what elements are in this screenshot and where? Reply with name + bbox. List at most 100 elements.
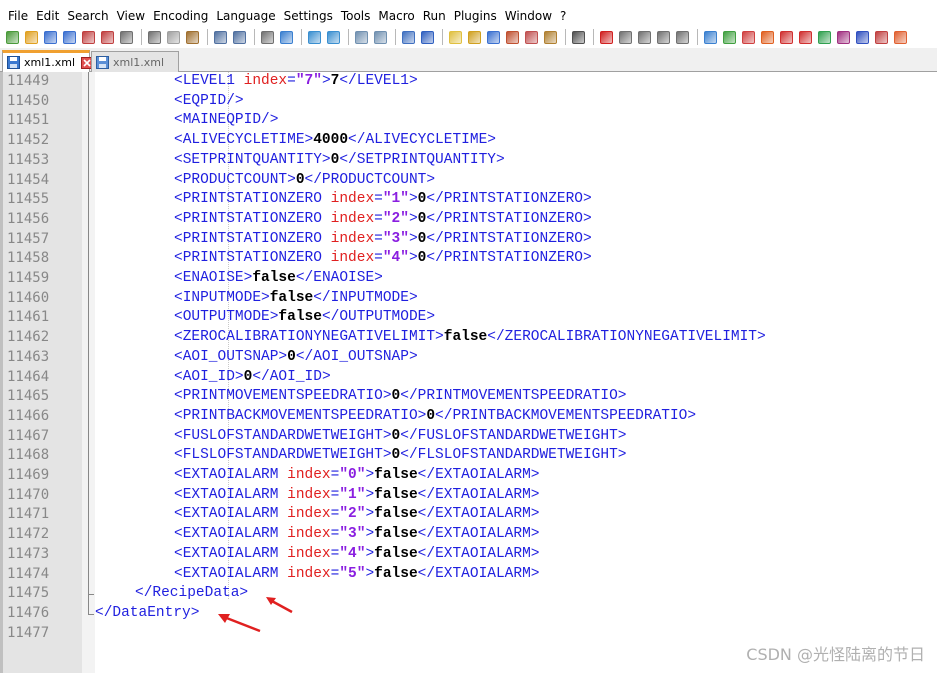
close-icon[interactable] — [80, 29, 97, 46]
tab-xml1-inactive[interactable]: xml1.xml — [91, 51, 179, 72]
xml-tag: > — [408, 191, 418, 208]
menu-window[interactable]: Window — [501, 7, 556, 25]
plugin-d-icon[interactable] — [759, 29, 776, 46]
save-all-icon[interactable] — [61, 29, 78, 46]
xml-text-value: false — [374, 506, 418, 523]
code-line[interactable]: 11471 <EXTAOIALARM index="2">false</EXTAO… — [0, 505, 937, 525]
folder-workspace-icon[interactable] — [504, 29, 521, 46]
code-line[interactable]: 11472 <EXTAOIALARM index="3">false</EXTAO… — [0, 525, 937, 545]
replace-icon[interactable] — [278, 29, 295, 46]
plugin-i-icon[interactable] — [854, 29, 871, 46]
code-line[interactable]: 11459 <ENAOISE>false</ENAOISE> — [0, 269, 937, 289]
code-line[interactable]: 11467 <FUSLOFSTANDARDWETWEIGHT>0</FUSLOFS… — [0, 427, 937, 447]
code-line[interactable]: 11451 <MAINEQPID/> — [0, 111, 937, 131]
toolbar-separator — [348, 29, 349, 45]
plugin-e-icon[interactable] — [778, 29, 795, 46]
sync-horizontal-icon[interactable] — [372, 29, 389, 46]
code-text: <ENAOISE>false</ENAOISE> — [174, 269, 383, 289]
doc-map-icon[interactable] — [466, 29, 483, 46]
plugin-a-icon[interactable] — [702, 29, 719, 46]
plugin-f-icon[interactable] — [797, 29, 814, 46]
code-line[interactable]: 11466 <PRINTBACKMOVEMENTSPEEDRATIO>0</PRI… — [0, 407, 937, 427]
new-file-icon[interactable] — [4, 29, 21, 46]
code-line[interactable]: 11462 <ZEROCALIBRATIONYNEGATIVELIMIT>fals… — [0, 328, 937, 348]
code-line[interactable]: 11449 <LEVEL1 index="7">7</LEVEL1> — [0, 72, 937, 92]
run-macro-multiple-icon[interactable] — [655, 29, 672, 46]
code-line[interactable]: 11454 <PRODUCTCOUNT>0</PRODUCTCOUNT> — [0, 171, 937, 191]
zoom-out-icon[interactable] — [325, 29, 342, 46]
menu-edit[interactable]: Edit — [32, 7, 63, 25]
xml-attribute-value: "1" — [382, 191, 409, 208]
code-line[interactable]: 11455 <PRINTSTATIONZERO index="1">0</PRIN… — [0, 190, 937, 210]
plugin-b-icon[interactable] — [721, 29, 738, 46]
code-line[interactable]: 11469 <EXTAOIALARM index="0">false</EXTAO… — [0, 466, 937, 486]
editor-area[interactable]: 11449 <LEVEL1 index="7">7</LEVEL1> 11450 <E… — [0, 72, 937, 673]
menu-encoding[interactable]: Encoding — [149, 7, 212, 25]
menu-file[interactable]: File — [4, 7, 32, 25]
preview-icon[interactable] — [570, 29, 587, 46]
xml-attribute-value: "2" — [339, 506, 366, 523]
code-line[interactable]: 11463 <AOI_OUTSNAP>0</AOI_OUTSNAP> — [0, 348, 937, 368]
close-all-icon[interactable] — [99, 29, 116, 46]
word-wrap-icon[interactable] — [400, 29, 417, 46]
menu-settings[interactable]: Settings — [280, 7, 337, 25]
save-macro-icon[interactable] — [674, 29, 691, 46]
sync-vertical-icon[interactable] — [353, 29, 370, 46]
find-icon[interactable] — [259, 29, 276, 46]
play-macro-icon[interactable] — [636, 29, 653, 46]
line-number: 11458 — [7, 250, 50, 267]
code-line[interactable]: 11470 <EXTAOIALARM index="1">false</EXTAO… — [0, 486, 937, 506]
line-number: 11472 — [7, 526, 50, 543]
code-line[interactable]: 11450 <EQPID/> — [0, 92, 937, 112]
plugin-g-icon[interactable] — [816, 29, 833, 46]
code-line[interactable]: 11457 <PRINTSTATIONZERO index="3">0</PRIN… — [0, 230, 937, 250]
tab-xml1-active[interactable]: xml1.xml — [2, 50, 94, 72]
zoom-in-icon[interactable] — [306, 29, 323, 46]
copy-icon[interactable] — [165, 29, 182, 46]
code-line[interactable]: 11453 <SETPRINTQUANTITY>0</SETPRINTQUANTI… — [0, 151, 937, 171]
code-line[interactable]: 11464 <AOI_ID>0</AOI_ID> — [0, 368, 937, 388]
toolbar-separator — [442, 29, 443, 45]
code-line[interactable]: 11474 <EXTAOIALARM index="5">false</EXTAO… — [0, 565, 937, 585]
code-line[interactable]: 11465 <PRINTMOVEMENTSPEEDRATIO>0</PRINTMO… — [0, 387, 937, 407]
line-number: 11460 — [7, 289, 50, 306]
paste-icon[interactable] — [184, 29, 201, 46]
indent-guide-icon[interactable] — [447, 29, 464, 46]
code-line[interactable]: 11473 <EXTAOIALARM index="4">false</EXTAO… — [0, 545, 937, 565]
open-file-icon[interactable] — [23, 29, 40, 46]
code-line[interactable]: 11475 </RecipeData> — [0, 584, 937, 604]
undo-icon[interactable] — [212, 29, 229, 46]
plugin-c-icon[interactable] — [740, 29, 757, 46]
plugin-h-icon[interactable] — [835, 29, 852, 46]
code-line[interactable]: 11476 </DataEntry> — [0, 604, 937, 624]
redo-icon[interactable] — [231, 29, 248, 46]
watermark: CSDN @光怪陆离的节日 — [746, 645, 925, 664]
menu-help[interactable]: ? — [556, 7, 570, 25]
code-line[interactable]: 11468 <FLSLOFSTANDARDWETWEIGHT>0</FLSLOFS… — [0, 446, 937, 466]
print-icon[interactable] — [118, 29, 135, 46]
record-macro-icon[interactable] — [598, 29, 615, 46]
code-line[interactable]: 11452 <ALIVECYCLETIME>4000</ALIVECYCLETIM… — [0, 131, 937, 151]
code-line[interactable]: 11456 <PRINTSTATIONZERO index="2">0</PRIN… — [0, 210, 937, 230]
xml-tag: > — [365, 545, 375, 562]
cut-icon[interactable] — [146, 29, 163, 46]
code-line[interactable]: 11460 <INPUTMODE>false</INPUTMODE> — [0, 289, 937, 309]
menu-search[interactable]: Search — [63, 7, 112, 25]
code-line[interactable]: 11458 <PRINTSTATIONZERO index="4">0</PRIN… — [0, 249, 937, 269]
menu-language[interactable]: Language — [212, 7, 279, 25]
menu-plugins[interactable]: Plugins — [450, 7, 501, 25]
menu-macro[interactable]: Macro — [374, 7, 418, 25]
show-all-chars-icon[interactable] — [419, 29, 436, 46]
function-list-icon[interactable] — [485, 29, 502, 46]
plugin-k-icon[interactable] — [892, 29, 909, 46]
menu-run[interactable]: Run — [419, 7, 450, 25]
stop-macro-icon[interactable] — [617, 29, 634, 46]
menu-tools[interactable]: Tools — [337, 7, 375, 25]
save-icon[interactable] — [42, 29, 59, 46]
xml-tag: <MAINEQPID/> — [174, 112, 279, 129]
menu-view[interactable]: View — [113, 7, 149, 25]
code-line[interactable]: 11461 <OUTPUTMODE>false</OUTPUTMODE> — [0, 308, 937, 328]
doc-switcher-icon[interactable] — [542, 29, 559, 46]
monitoring-icon[interactable] — [523, 29, 540, 46]
plugin-j-icon[interactable] — [873, 29, 890, 46]
